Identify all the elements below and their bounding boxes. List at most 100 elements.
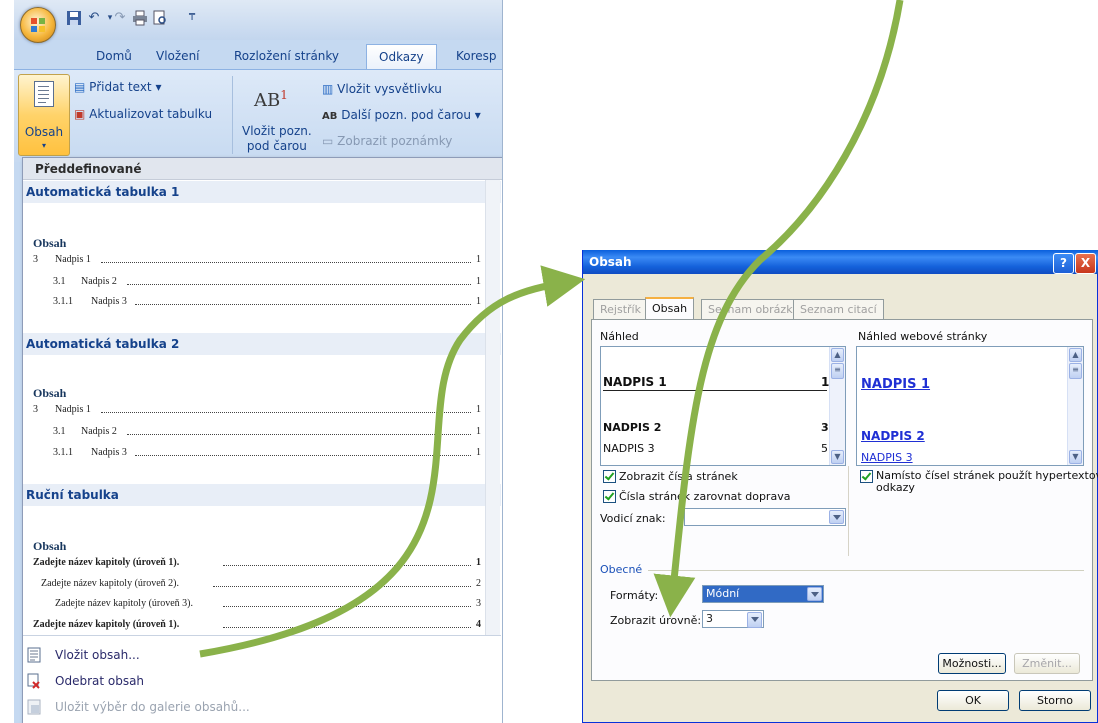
tab-domu[interactable]: Domů xyxy=(96,44,132,68)
urovne-spinner[interactable]: 3 xyxy=(702,610,764,628)
urovne-label: Zobrazit úrovně: xyxy=(610,614,702,627)
preview-scrollbar[interactable]: ▲ ≡ ▼ xyxy=(829,347,845,465)
toc-row: 3 Nadpis 1 1 xyxy=(33,404,481,415)
toc-row: Zadejte název kapitoly (úroveň 3). 3 xyxy=(55,598,481,609)
preview-rule xyxy=(603,390,827,391)
add-text-icon: ▤ xyxy=(74,80,86,94)
section-title-auto1: Automatická tabulka 1 xyxy=(23,181,501,203)
scroll-thumb[interactable]: ≡ xyxy=(1069,363,1082,379)
undo-icon[interactable]: ↶ xyxy=(86,10,102,26)
zobrazit-poznamky-label: Zobrazit poznámky xyxy=(337,134,453,148)
preview-heading-3: NADPIS 3 xyxy=(603,442,655,455)
scroll-up-icon[interactable]: ▲ xyxy=(1069,348,1082,362)
obecne-divider xyxy=(648,570,1084,571)
scroll-down-icon[interactable]: ▼ xyxy=(1069,450,1082,464)
toc-icon xyxy=(34,81,54,107)
chevron-down-icon[interactable] xyxy=(807,587,822,601)
tab-seznam-obrazku[interactable]: Seznam obrázků xyxy=(701,299,807,320)
pridat-text-label: Přidat text ▾ xyxy=(89,80,162,94)
vlozit-pozn-button[interactable]: Vložit pozn. pod čarou xyxy=(242,124,312,154)
toc-row: 3 Nadpis 1 1 xyxy=(33,254,481,265)
nahled-label: Náhled xyxy=(600,330,639,343)
tab-seznam-citaci[interactable]: Seznam citací xyxy=(793,299,884,320)
toc-title: Obsah xyxy=(33,539,67,553)
print-icon[interactable] xyxy=(132,10,148,26)
zobrazit-cisla-label: Zobrazit čísla stránek xyxy=(619,470,738,483)
toc-preview-auto2[interactable]: Obsah 3 Nadpis 1 1 3.1 Nadpis 2 1 3.1.1 Nad… xyxy=(31,361,483,465)
tab-odkazy[interactable]: Odkazy xyxy=(366,44,437,70)
nahled-web-label: Náhled webové stránky xyxy=(858,330,988,343)
vodici-znak-select[interactable] xyxy=(684,508,846,526)
zmenit-button: Změnit... xyxy=(1014,653,1080,674)
redo-icon: ↷ xyxy=(114,10,126,25)
web-preview-heading-1: NADPIS 1 xyxy=(861,377,931,392)
moznosti-button[interactable]: Možnosti... xyxy=(938,653,1006,674)
scroll-thumb[interactable]: ≡ xyxy=(831,363,844,379)
quick-access-toolbar: ↶ ▾ ↷ ₸ xyxy=(14,0,502,43)
save-selection-icon xyxy=(27,699,41,715)
dalsi-pozn-button[interactable]: AB Další pozn. pod čarou ▾ xyxy=(322,108,481,122)
gallery-header: Předdefinované xyxy=(23,158,502,180)
group-separator xyxy=(232,76,233,154)
customize-qat-icon[interactable]: ₸ xyxy=(184,10,200,26)
pridat-text-button[interactable]: ▤ Přidat text ▾ xyxy=(74,80,161,94)
preview-heading-2: NADPIS 2 xyxy=(603,421,662,434)
gallery-scrollbar[interactable] xyxy=(485,180,500,650)
obsah-button[interactable]: Obsah ▾ xyxy=(18,74,70,156)
toc-preview-auto1[interactable]: Obsah 3 Nadpis 1 1 3.1 Nadpis 2 1 3.1.1 Nad… xyxy=(31,208,483,316)
storno-button[interactable]: Storno xyxy=(1019,690,1091,711)
formaty-select[interactable]: Módní xyxy=(702,585,824,603)
office-button[interactable] xyxy=(20,7,56,43)
print-preview-icon[interactable] xyxy=(152,10,168,26)
close-button[interactable]: X xyxy=(1075,253,1096,274)
save-icon[interactable] xyxy=(66,10,82,26)
aktualizovat-label: Aktualizovat tabulku xyxy=(89,107,213,121)
preview-heading-1: NADPIS 1 xyxy=(603,375,667,389)
tab-koresp[interactable]: Koresp xyxy=(456,44,497,68)
obsah-dialog: Obsah ? X Rejstřík Obsah Seznam obrázků … xyxy=(582,250,1098,723)
ribbon: Obsah ▾ ▤ Přidat text ▾ ▣ Aktualizovat t… xyxy=(14,69,502,162)
gallery-footer: Vložit obsah... Odebrat obsah Uložit výb… xyxy=(23,635,501,723)
scroll-down-icon[interactable]: ▼ xyxy=(831,450,844,464)
toc-row: Zadejte název kapitoly (úroveň 2). 2 xyxy=(41,578,481,589)
toc-preview-manual[interactable]: Obsah Zadejte název kapitoly (úroveň 1).… xyxy=(31,513,483,631)
tab-rozlozeni[interactable]: Rozložení stránky xyxy=(234,44,339,68)
zarovnat-label: Čísla stránek zarovnat doprava xyxy=(619,490,791,503)
spinner-arrows-icon[interactable] xyxy=(747,612,762,628)
print-preview-box[interactable]: NADPIS 1 1 NADPIS 2 3 NADPIS 3 5 ▲ ≡ ▼ xyxy=(600,346,846,466)
insert-toc-icon xyxy=(27,647,41,663)
toc-row: 3.1 Nadpis 2 1 xyxy=(53,426,481,437)
dalsi-pozn-label: Další pozn. pod čarou ▾ xyxy=(341,108,481,122)
tab-panel: Náhled NADPIS 1 1 NADPIS 2 3 NADPIS 3 5 … xyxy=(591,319,1098,681)
web-preview-box[interactable]: NADPIS 1 NADPIS 2 NADPIS 3 ▲ ≡ ▼ xyxy=(856,346,1084,466)
show-notes-icon: ▭ xyxy=(322,134,334,148)
odebrat-obsah-menu-item[interactable]: Odebrat obsah xyxy=(23,668,501,694)
web-preview-scrollbar[interactable]: ▲ ≡ ▼ xyxy=(1067,347,1083,465)
vertical-divider xyxy=(848,466,849,556)
chevron-down-icon[interactable] xyxy=(829,510,844,524)
web-preview-heading-2: NADPIS 2 xyxy=(861,429,925,443)
toc-row: Zadejte název kapitoly (úroveň 1). 1 xyxy=(33,557,481,568)
zobrazit-cisla-checkbox[interactable] xyxy=(603,470,616,483)
vlozit-vysvetlivku-button[interactable]: ▥ Vložit vysvětlivku xyxy=(322,82,442,96)
scroll-up-icon[interactable]: ▲ xyxy=(831,348,844,362)
section-title-auto2: Automatická tabulka 2 xyxy=(23,333,501,355)
help-button[interactable]: ? xyxy=(1053,253,1074,274)
tab-vlozeni[interactable]: Vložení xyxy=(156,44,200,68)
tab-rejstrik[interactable]: Rejstřík xyxy=(593,299,648,320)
vlozit-pozn-label-2: pod čarou xyxy=(246,139,307,153)
formaty-label: Formáty: xyxy=(610,589,659,602)
dialog-titlebar: Obsah ? X xyxy=(583,250,1098,274)
remove-toc-icon xyxy=(27,673,40,689)
zarovnat-checkbox[interactable] xyxy=(603,490,616,503)
aktualizovat-tabulku-button[interactable]: ▣ Aktualizovat tabulku xyxy=(74,107,212,121)
vlozit-obsah-menu-item[interactable]: Vložit obsah... xyxy=(23,642,501,668)
ok-button[interactable]: OK xyxy=(937,690,1009,711)
word-window: ↶ ▾ ↷ ₸ Domů Vložení Rozložení stránky O… xyxy=(14,0,503,723)
toc-title: Obsah xyxy=(33,236,67,250)
vlozit-obsah-label: Vložit obsah... xyxy=(55,648,140,662)
vlozit-pozn-label-1: Vložit pozn. xyxy=(242,124,312,138)
hypertext-checkbox[interactable] xyxy=(860,470,873,483)
dialog-title: Obsah xyxy=(589,255,632,269)
ulozit-vyber-label: Uložit výběr do galerie obsahů... xyxy=(55,700,250,714)
